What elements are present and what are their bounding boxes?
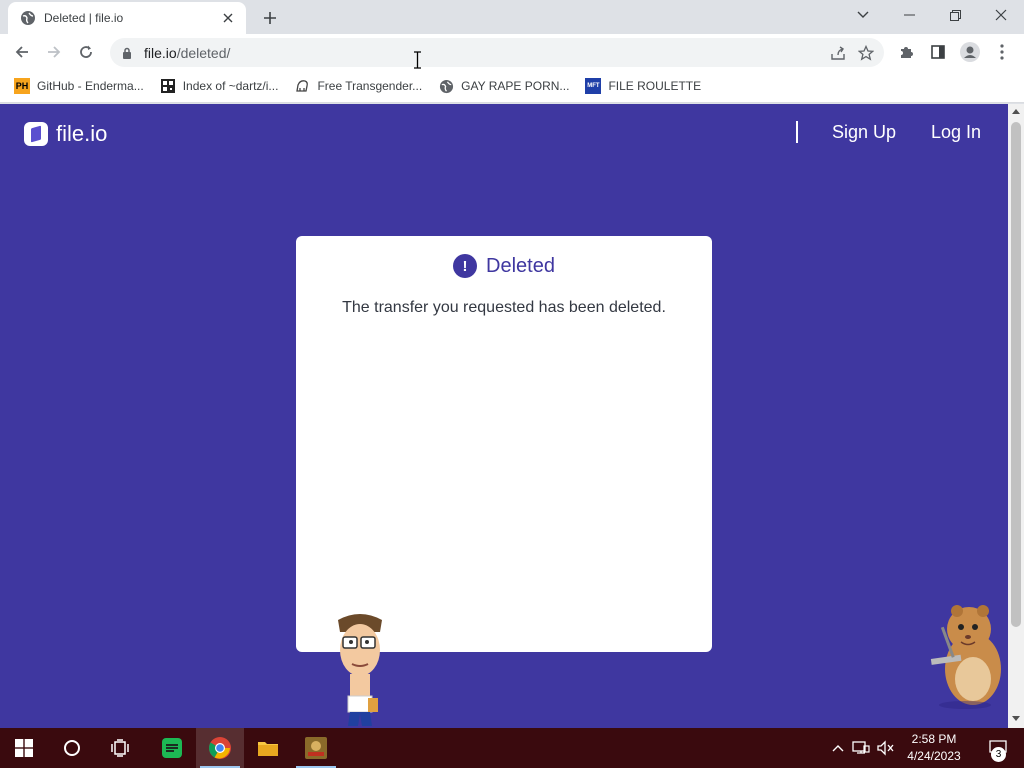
minimize-button[interactable] xyxy=(886,0,932,30)
action-center-button[interactable]: 3 xyxy=(978,728,1018,768)
bookmark-label: Free Transgender... xyxy=(317,79,423,93)
notification-count-badge: 3 xyxy=(991,747,1006,762)
lock-icon[interactable] xyxy=(120,46,134,60)
nav-divider xyxy=(796,121,798,143)
profile-avatar-icon[interactable] xyxy=(956,38,984,66)
globe-icon xyxy=(20,10,36,26)
pornhub-favicon-icon: PH xyxy=(14,78,30,94)
cartoon-man-mascot-icon xyxy=(338,614,382,726)
dinosaur-favicon-icon xyxy=(294,78,310,94)
tab-search-chevron-icon[interactable] xyxy=(840,0,886,30)
browser-tab[interactable]: Deleted | file.io xyxy=(8,2,246,34)
tab-title: Deleted | file.io xyxy=(44,11,124,25)
qr-code-favicon-icon xyxy=(160,78,176,94)
scrollbar-thumb[interactable] xyxy=(1011,122,1021,627)
address-bar[interactable]: file.io/deleted/ xyxy=(110,38,884,67)
chrome-taskbar-icon[interactable] xyxy=(196,728,244,768)
url-host: file.io xyxy=(144,44,177,61)
bookmark-item[interactable]: Index of ~dartz/i... xyxy=(154,72,285,100)
tab-strip: Deleted | file.io xyxy=(0,0,1024,34)
mft-favicon-icon: MFT xyxy=(585,78,602,94)
extensions-puzzle-icon[interactable] xyxy=(892,38,920,66)
page-viewport: file.io Sign Up Log In ! Deleted The tra… xyxy=(0,104,1008,728)
site-logo[interactable]: file.io xyxy=(24,121,107,147)
bookmark-label: GAY RAPE PORN... xyxy=(461,79,570,93)
clock-date: 4/24/2023 xyxy=(907,749,961,763)
card-heading: Deleted xyxy=(486,254,555,277)
bookmarks-bar: PH GitHub - Enderma... Index of ~dartz/i… xyxy=(0,70,1024,103)
logo-text: file.io xyxy=(56,121,108,146)
new-tab-button[interactable] xyxy=(258,6,282,30)
tab-close-icon[interactable] xyxy=(220,10,236,26)
bookmark-item[interactable]: MFT FILE ROULETTE xyxy=(579,72,707,100)
bookmark-item[interactable]: Free Transgender... xyxy=(288,72,428,100)
exclamation-alert-icon: ! xyxy=(453,254,478,278)
browser-toolbar: file.io/deleted/ xyxy=(0,34,1024,70)
file-explorer-folder-icon[interactable] xyxy=(244,728,292,768)
menu-kebab-icon[interactable] xyxy=(988,38,1016,66)
game-app-icon[interactable] xyxy=(292,728,340,768)
scroll-up-arrow-icon[interactable] xyxy=(1012,109,1020,114)
bookmark-item[interactable]: PH GitHub - Enderma... xyxy=(8,72,150,100)
forward-button[interactable] xyxy=(40,38,68,66)
file-io-logo-icon xyxy=(24,122,48,146)
hamster-mascot-icon xyxy=(930,605,1001,709)
cortana-search-icon[interactable] xyxy=(48,728,96,768)
back-button[interactable] xyxy=(8,38,36,66)
restore-button[interactable] xyxy=(932,0,978,30)
url-path: /deleted/ xyxy=(176,44,231,61)
card-header: ! Deleted xyxy=(296,254,712,278)
network-icon[interactable] xyxy=(850,728,872,768)
sign-up-link[interactable]: Sign Up xyxy=(832,122,896,143)
text-cursor-icon xyxy=(414,51,421,69)
bookmark-label: Index of ~dartz/i... xyxy=(182,79,279,93)
windows-taskbar: 2:58 PM 4/24/2023 3 xyxy=(0,728,1024,768)
bookmark-label: GitHub - Enderma... xyxy=(37,79,144,93)
page-scrollbar[interactable] xyxy=(1008,104,1024,728)
card-message: The transfer you requested has been dele… xyxy=(342,299,666,316)
clock-time: 2:58 PM xyxy=(911,732,957,746)
reload-button[interactable] xyxy=(72,38,100,66)
taskbar-clock[interactable]: 2:58 PM 4/24/2023 xyxy=(900,731,968,765)
log-in-link[interactable]: Log In xyxy=(931,122,981,143)
bookmark-label: FILE ROULETTE xyxy=(608,79,702,93)
globe-favicon-icon xyxy=(438,78,454,94)
show-hidden-icons-chevron-icon[interactable] xyxy=(828,728,848,768)
spotify-style-green-app-icon[interactable] xyxy=(148,728,196,768)
scroll-down-arrow-icon[interactable] xyxy=(1012,716,1020,721)
close-window-button[interactable] xyxy=(978,0,1024,30)
share-icon[interactable] xyxy=(824,39,852,67)
task-view-icon[interactable] xyxy=(96,728,144,768)
bookmark-item[interactable]: GAY RAPE PORN... xyxy=(432,72,575,100)
volume-muted-icon[interactable] xyxy=(874,728,896,768)
url-text[interactable]: file.io/deleted/ xyxy=(144,45,824,61)
bookmark-star-icon[interactable] xyxy=(852,39,880,67)
side-panel-icon[interactable] xyxy=(924,38,952,66)
start-windows-icon[interactable] xyxy=(0,728,48,768)
deleted-card: ! Deleted The transfer you requested has… xyxy=(296,236,712,652)
